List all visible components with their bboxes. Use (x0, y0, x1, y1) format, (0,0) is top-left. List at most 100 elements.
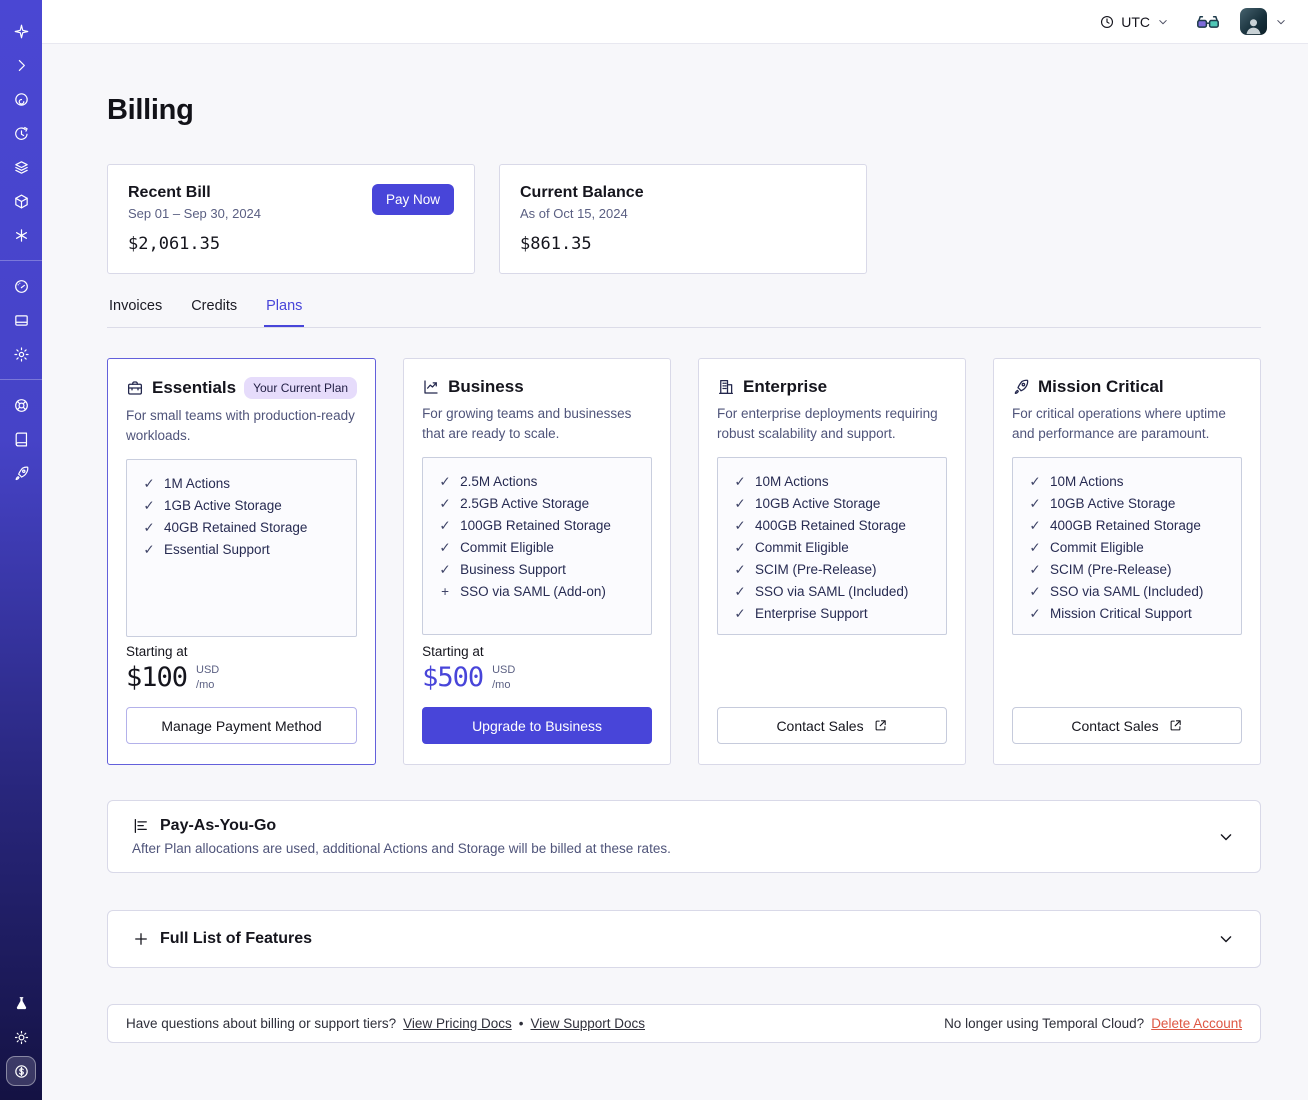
plan-feature: + SSO via SAML (Add-on) (439, 581, 645, 603)
clock-icon (1099, 14, 1115, 30)
upgrade-to-business-button[interactable]: Upgrade to Business (422, 707, 653, 744)
sidebar-item-flask[interactable] (6, 988, 36, 1018)
sidebar-item-spiral[interactable] (6, 84, 36, 114)
footer-question: Have questions about billing or support … (126, 1016, 397, 1031)
sidebar-item-gear[interactable] (6, 339, 36, 369)
plan-card: Mission Critical For critical operations… (993, 358, 1261, 765)
tab-plans[interactable]: Plans (264, 298, 304, 327)
footer-right-question: No longer using Temporal Cloud? (944, 1016, 1145, 1031)
temporal-logo-icon (13, 23, 30, 40)
plus-icon (132, 930, 150, 948)
recent-bill-title: Recent Bill (128, 184, 211, 201)
check-icon: ✓ (439, 562, 451, 578)
current-plan-badge: Your Current Plan (244, 377, 358, 399)
check-icon: ✓ (734, 518, 746, 534)
plan-name: Enterprise (743, 377, 828, 396)
rocket-icon (13, 465, 30, 482)
sidebar-item-chevron-right[interactable] (6, 50, 36, 80)
plan-feature-text: 10M Actions (755, 474, 829, 490)
gauge-icon (13, 278, 30, 295)
glasses-icon[interactable] (1196, 13, 1220, 31)
book-icon (13, 431, 30, 448)
full-features-section[interactable]: Full List of Features (107, 910, 1261, 968)
plan-period: /mo (492, 678, 511, 691)
rocket-icon (1012, 378, 1030, 396)
check-icon: ✓ (439, 518, 451, 534)
main-area: UTC Billing Recent Bill Sep 01 – Sep 30,… (42, 0, 1308, 1100)
plan-feature-text: Commit Eligible (460, 540, 554, 556)
sidebar-item-dollar-coin[interactable] (6, 1056, 36, 1086)
current-balance-amount: $861.35 (520, 234, 592, 254)
check-icon: ✓ (734, 606, 746, 622)
sidebar-item-billing-card[interactable] (6, 305, 36, 335)
sidebar-item-book[interactable] (6, 424, 36, 454)
sidebar-item-asterisk[interactable] (6, 220, 36, 250)
check-icon: ✓ (734, 562, 746, 578)
user-menu[interactable] (1240, 8, 1288, 35)
contact-sales-button[interactable]: Contact Sales (1012, 707, 1242, 744)
pay-as-you-go-section[interactable]: Pay-As-You-Go After Plan allocations are… (107, 800, 1261, 873)
plan-feature-text: 1GB Active Storage (164, 498, 282, 514)
plan-feature: ✓ SSO via SAML (Included) (734, 581, 940, 603)
check-icon: ✓ (734, 496, 746, 512)
external-link-icon (1168, 718, 1183, 733)
delete-account-link[interactable]: Delete Account (1151, 1016, 1242, 1031)
check-icon: ✓ (439, 474, 451, 490)
plan-button-label: Contact Sales (1071, 717, 1159, 734)
sidebar-item-gauge[interactable] (6, 271, 36, 301)
sidebar-item-cube[interactable] (6, 186, 36, 216)
check-icon: ✓ (143, 542, 155, 558)
plan-feature-text: 40GB Retained Storage (164, 520, 308, 536)
starting-at-label: Starting at (126, 644, 188, 659)
plan-description: For critical operations where uptime and… (1012, 406, 1226, 441)
plan-feature-text: 1M Actions (164, 476, 231, 492)
sidebar-item-temporal-logo[interactable] (6, 16, 36, 46)
check-icon: ✓ (1029, 606, 1041, 622)
view-pricing-docs-link[interactable]: View Pricing Docs (403, 1016, 512, 1031)
pay-now-button[interactable]: Pay Now (371, 184, 454, 215)
plan-feature: ✓ 2.5GB Active Storage (439, 493, 645, 515)
sidebar-item-lifebuoy[interactable] (6, 390, 36, 420)
chevron-down-icon[interactable] (1216, 827, 1236, 847)
plan-card: Business For growing teams and businesse… (403, 358, 672, 765)
plan-feature: ✓ 10GB Active Storage (1029, 493, 1235, 515)
view-support-docs-link[interactable]: View Support Docs (530, 1016, 645, 1031)
plan-feature-text: Essential Support (164, 542, 270, 558)
sidebar-item-layers[interactable] (6, 152, 36, 182)
plan-feature: ✓ SCIM (Pre-Release) (1029, 559, 1235, 581)
flask-icon (13, 995, 30, 1012)
dollar-coin-icon (13, 1063, 30, 1080)
plan-name: Business (448, 377, 524, 396)
recent-bill-amount: $2,061.35 (128, 234, 221, 254)
plan-feature-text: 2.5GB Active Storage (460, 496, 590, 512)
plan-description: For small teams with production-ready wo… (126, 408, 355, 443)
sidebar-item-rocket[interactable] (6, 458, 36, 488)
plan-feature: ✓ SCIM (Pre-Release) (734, 559, 940, 581)
plan-feature-text: Business Support (460, 562, 566, 578)
plan-feature-text: 2.5M Actions (460, 474, 538, 490)
plan-name: Essentials (152, 378, 237, 397)
tab-credits[interactable]: Credits (189, 298, 239, 327)
line-chart-icon (422, 378, 440, 396)
plan-feature: ✓ 10GB Active Storage (734, 493, 940, 515)
plan-feature: ✓ 2.5M Actions (439, 471, 645, 493)
plan-feature-text: 100GB Retained Storage (460, 518, 611, 534)
tab-invoices[interactable]: Invoices (107, 298, 164, 327)
sidebar-item-sun[interactable] (6, 1022, 36, 1052)
contact-sales-button[interactable]: Contact Sales (717, 707, 948, 744)
manage-payment-method-button[interactable]: Manage Payment Method (126, 707, 358, 744)
page-title: Billing (107, 94, 194, 126)
spiral-icon (13, 91, 30, 108)
check-icon: ✓ (1029, 518, 1041, 534)
plan-button-label: Upgrade to Business (472, 717, 603, 734)
plan-feature: ✓ 10M Actions (1029, 471, 1235, 493)
layers-icon (13, 159, 30, 176)
sidebar (0, 0, 42, 1100)
timezone-label: UTC (1121, 13, 1150, 30)
billing-footer: Have questions about billing or support … (107, 1004, 1261, 1043)
check-icon: ✓ (1029, 474, 1041, 490)
chevron-down-icon[interactable] (1216, 929, 1236, 949)
current-balance-title: Current Balance (520, 184, 644, 201)
timezone-selector[interactable]: UTC (1099, 14, 1170, 30)
sidebar-item-timer[interactable] (6, 118, 36, 148)
